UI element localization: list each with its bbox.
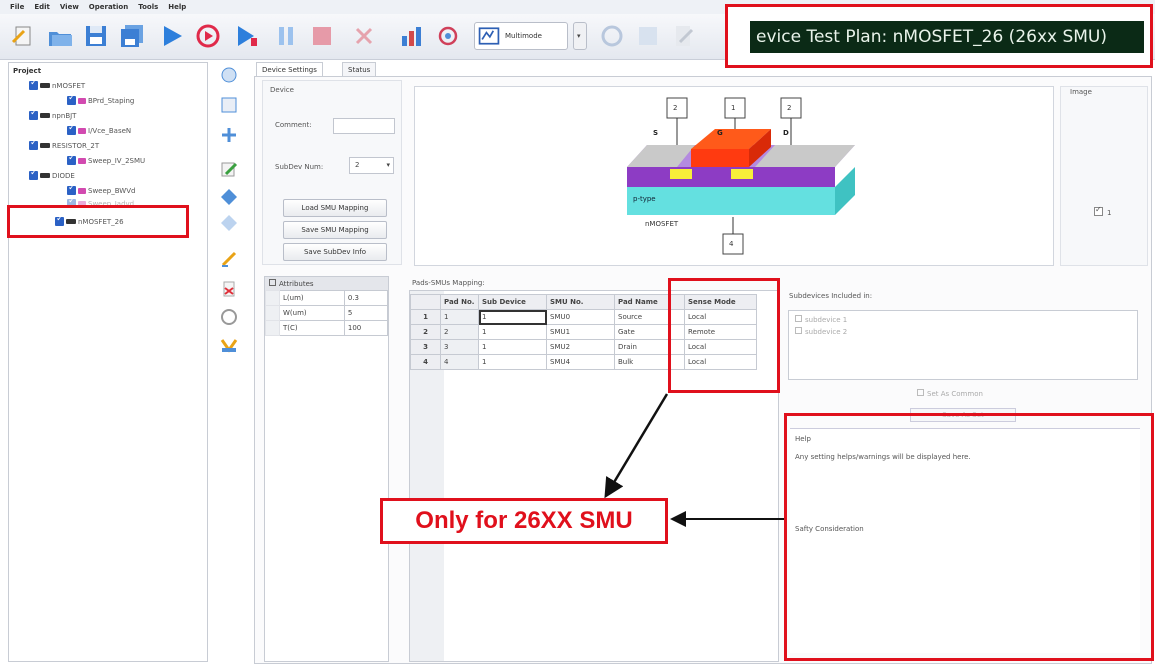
annotation-arrows [604,393,784,527]
callout-26xx-smu: Only for 26XX SMU [380,498,668,544]
arrow-to-callout [604,393,669,499]
